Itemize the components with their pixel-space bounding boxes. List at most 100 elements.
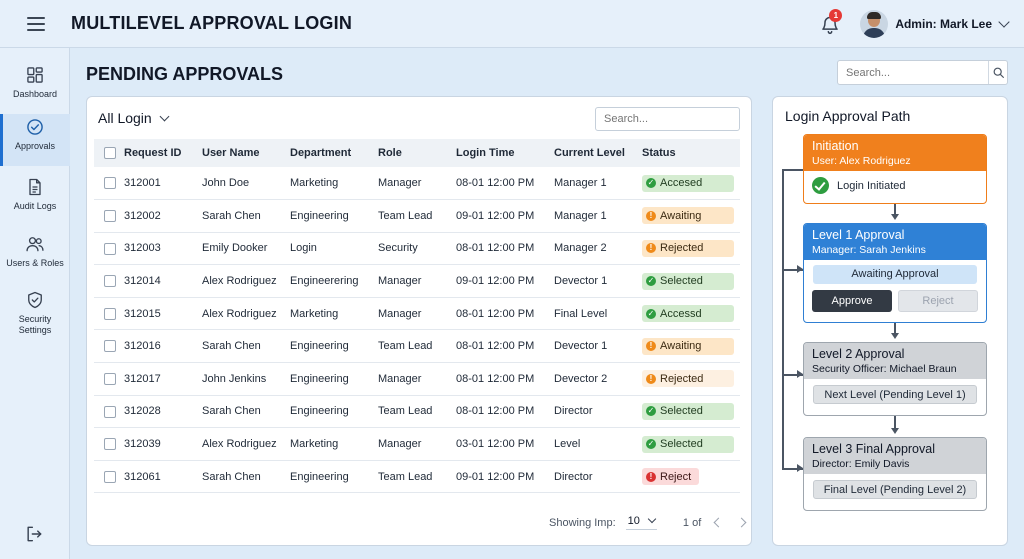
status-label: Selected xyxy=(660,438,703,451)
table-row[interactable]: 312003 Emily Dooker Login Security 08-01 12:… xyxy=(94,232,740,266)
table-row[interactable]: 312002 Sarah Chen Engineering Team Lead 09-0… xyxy=(94,199,740,233)
step-status-label: Next Level (Pending Level 1) xyxy=(813,385,977,404)
cell-current-level: Manager 2 xyxy=(554,232,642,266)
step-title: Level 3 Final Approval xyxy=(812,442,935,456)
status-icon: ! xyxy=(646,341,656,352)
step-level-3-final-approval[interactable]: Level 3 Final Approval Director: Emily D… xyxy=(803,437,987,511)
table-row[interactable]: 312017 John Jenkins Engineering Manager 08-0… xyxy=(94,362,740,396)
cell-department: Marketing xyxy=(290,167,378,201)
status-badge: ! Awaiting xyxy=(642,337,734,355)
sidebar-item-dashboard[interactable]: Dashboard xyxy=(0,62,70,112)
row-checkbox[interactable] xyxy=(104,242,116,255)
cell-status: ! Rejected xyxy=(642,362,740,396)
sidebar-item-users-roles[interactable]: Users & Roles xyxy=(0,231,70,281)
cell-user-name: Sarah Chen xyxy=(202,460,290,494)
logout-icon[interactable] xyxy=(24,524,44,544)
page-size-select[interactable]: 10 xyxy=(625,514,657,530)
step-header: Initiation User: Alex Rodriguez xyxy=(804,135,986,171)
table-row[interactable]: 312014 Alex Rodriguez Engineerering Manager… xyxy=(94,264,740,298)
cell-current-level: Final Level xyxy=(554,297,642,331)
approval-path-title: Login Approval Path xyxy=(785,108,911,124)
table-header-row: Request ID User Name Department Role Log… xyxy=(94,139,740,167)
cell-request-id: 312061 xyxy=(124,460,202,494)
previous-page-chevron-icon[interactable] xyxy=(713,517,724,528)
awaiting-approval-status: Awaiting Approval xyxy=(813,265,977,284)
sidebar-item-label: Users & Roles xyxy=(6,258,64,268)
chevron-down-icon xyxy=(647,514,657,524)
step-header: Level 3 Final Approval Director: Emily D… xyxy=(804,438,986,474)
cell-role: Team Lead xyxy=(378,395,456,429)
step-level-2-approval[interactable]: Level 2 Approval Security Officer: Micha… xyxy=(803,342,987,416)
step-level-1-approval[interactable]: Level 1 Approval Manager: Sarah Jenkins … xyxy=(803,223,987,323)
row-checkbox[interactable] xyxy=(104,405,116,418)
notification-bell-icon[interactable]: 1 xyxy=(818,9,843,36)
loop-connector-initiation xyxy=(782,169,803,171)
table-search-box xyxy=(595,107,740,131)
notification-badge: 1 xyxy=(829,9,843,22)
sidebar-item-approvals[interactable]: Approvals xyxy=(0,114,70,166)
user-avatar[interactable] xyxy=(860,10,889,38)
row-checkbox[interactable] xyxy=(104,372,116,385)
approvals-table: Request ID User Name Department Role Log… xyxy=(94,139,740,494)
table-row[interactable]: 312016 Sarah Chen Engineering Team Lead 08-0… xyxy=(94,329,740,364)
status-badge: ! Rejected xyxy=(642,370,734,388)
row-checkbox[interactable] xyxy=(104,438,116,451)
cell-current-level: Director xyxy=(554,395,642,429)
search-icon xyxy=(993,67,1004,78)
column-header-department[interactable]: Department xyxy=(290,139,378,167)
column-header-login-time[interactable]: Login Time xyxy=(456,139,554,167)
dashboard-icon xyxy=(27,67,43,83)
table-row[interactable]: 312061 Sarah Chen Engineering Team Lead 09-0… xyxy=(94,460,740,494)
step-subtitle: Security Officer: Michael Braun xyxy=(812,363,957,375)
step-initiation[interactable]: Initiation User: Alex Rodriguez Login In… xyxy=(803,134,987,204)
sidebar-item-label: Audit Logs xyxy=(13,201,57,211)
cell-login-time: 03-01 12:00 PM xyxy=(456,427,554,461)
sidebar-item-security-settings[interactable]: Security Settings xyxy=(0,287,70,345)
step-subtitle: Director: Emily Davis xyxy=(812,458,910,470)
check-circle-icon xyxy=(27,119,43,135)
cell-user-name: Sarah Chen xyxy=(202,329,290,364)
user-menu-chevron-down-icon[interactable] xyxy=(998,16,1010,28)
cell-role: Manager xyxy=(378,167,456,201)
search-button[interactable] xyxy=(988,61,1007,84)
column-header-status[interactable]: Status xyxy=(642,139,740,167)
filter-label: All Login xyxy=(98,110,152,126)
approval-path-card: Login Approval Path Initiation User: Ale… xyxy=(772,96,1008,546)
table-row[interactable]: 312015 Alex Rodriguez Marketing Manager 08-0… xyxy=(94,297,740,331)
row-checkbox[interactable] xyxy=(104,275,116,288)
row-checkbox[interactable] xyxy=(104,177,116,190)
cell-request-id: 312003 xyxy=(124,232,202,266)
approve-button[interactable]: Approve xyxy=(812,290,892,312)
column-header-role[interactable]: Role xyxy=(378,139,456,167)
sidebar-item-audit-logs[interactable]: Audit Logs xyxy=(0,174,70,224)
column-header-user-name[interactable]: User Name xyxy=(202,139,290,167)
table-row[interactable]: 312001 John Doe Marketing Manager 08-01 12:0… xyxy=(94,167,740,201)
cell-user-name: Alex Rodriguez xyxy=(202,297,290,331)
login-filter-dropdown[interactable]: All Login xyxy=(98,110,170,126)
hamburger-menu-icon[interactable] xyxy=(27,16,45,31)
cell-login-time: 08-01 12:00 PM xyxy=(456,362,554,396)
status-label: Awaiting xyxy=(660,340,702,353)
row-checkbox[interactable] xyxy=(104,209,116,222)
column-header-current-level[interactable]: Current Level xyxy=(554,139,642,167)
reject-button[interactable]: Reject xyxy=(898,290,978,312)
next-page-chevron-icon[interactable] xyxy=(736,517,747,528)
status-badge: ✓ Selected xyxy=(642,402,734,420)
cell-user-name: John Doe xyxy=(202,167,290,201)
table-row[interactable]: 312039 Alex Rodriguez Marketing Manager 03-0… xyxy=(94,427,740,461)
cell-current-level: Director xyxy=(554,460,642,494)
row-checkbox[interactable] xyxy=(104,340,116,353)
global-search-input[interactable] xyxy=(838,61,988,84)
cell-role: Manager xyxy=(378,264,456,298)
status-icon: ✓ xyxy=(646,308,656,319)
table-search-input[interactable] xyxy=(596,108,739,130)
select-all-checkbox[interactable] xyxy=(104,147,116,160)
cell-current-level: Devector 1 xyxy=(554,264,642,298)
cell-user-name: Alex Rodriguez xyxy=(202,264,290,298)
row-checkbox[interactable] xyxy=(104,307,116,320)
table-row[interactable]: 312028 Sarah Chen Engineering Team Lead 08-0… xyxy=(94,395,740,429)
cell-user-name: Sarah Chen xyxy=(202,395,290,429)
user-name-label[interactable]: Admin: Mark Lee xyxy=(895,17,992,31)
column-header-request-id[interactable]: Request ID xyxy=(124,139,202,167)
row-checkbox[interactable] xyxy=(104,470,116,483)
